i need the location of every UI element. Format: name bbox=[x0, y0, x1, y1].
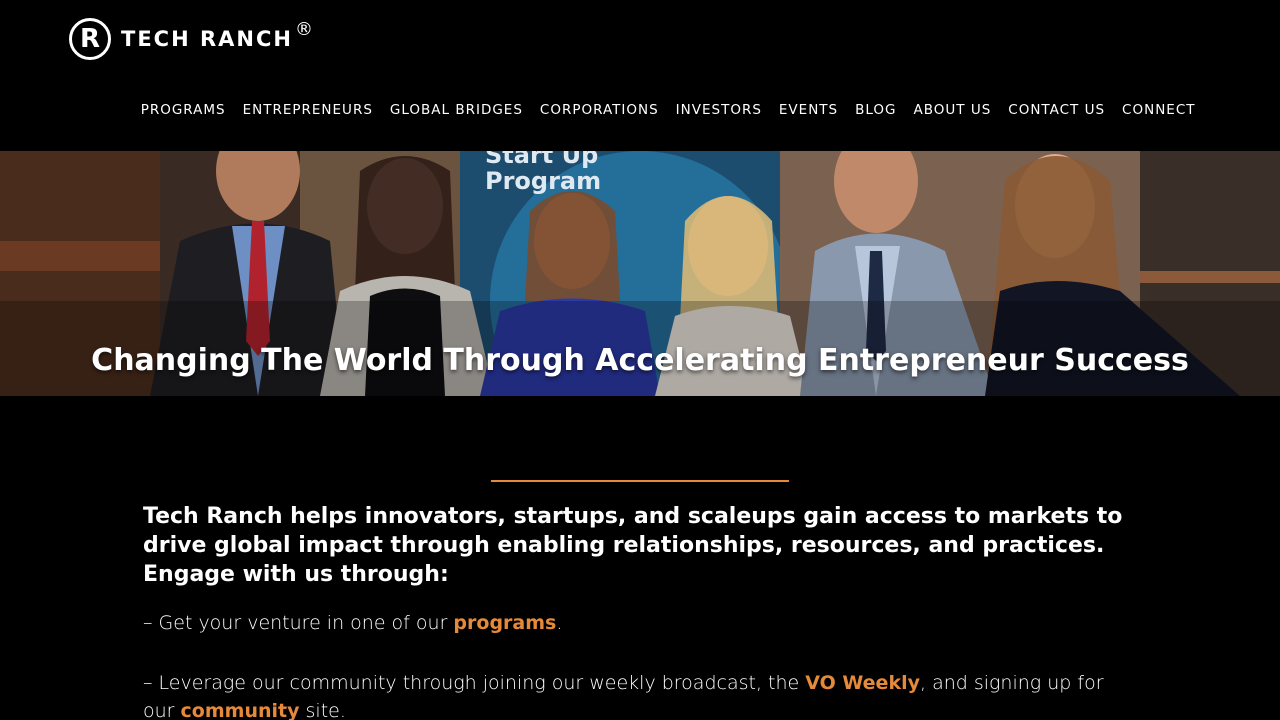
nav-item-contact-us[interactable]: CONTACT US bbox=[1000, 102, 1114, 118]
nav-item-corporations[interactable]: CORPORATIONS bbox=[531, 102, 667, 118]
vo-weekly-link[interactable]: VO Weekly bbox=[805, 672, 920, 694]
line2-suffix: site. bbox=[299, 700, 346, 720]
tech-ranch-logo[interactable]: R TECH RANCH ® bbox=[69, 17, 313, 61]
nav-item-programs[interactable]: PROGRAMS bbox=[132, 102, 234, 118]
section-divider bbox=[491, 480, 789, 482]
nav-item-investors[interactable]: INVESTORS bbox=[667, 102, 770, 118]
line1-prefix: – Get your venture in one of our bbox=[143, 612, 454, 634]
logo-circle-r-icon: R bbox=[69, 18, 111, 60]
nav-item-events[interactable]: EVENTS bbox=[770, 102, 846, 118]
nav-item-global-bridges[interactable]: GLOBAL BRIDGES bbox=[381, 102, 531, 118]
community-link[interactable]: community bbox=[181, 700, 300, 720]
engagement-line-programs: – Get your venture in one of our program… bbox=[143, 609, 1133, 637]
banner-program-text: Program bbox=[485, 167, 601, 195]
hero-banner: Start Up Program Changing The World Thro… bbox=[0, 151, 1280, 396]
nav-item-about-us[interactable]: ABOUT US bbox=[905, 102, 1000, 118]
site-header: R TECH RANCH ® PROGRAMS ENTREPRENEURS GL… bbox=[0, 0, 1280, 151]
logo-wordmark: TECH RANCH bbox=[121, 27, 293, 51]
intro-lead: Tech Ranch helps innovators, startups, a… bbox=[143, 504, 1123, 587]
nav-item-entrepreneurs[interactable]: ENTREPRENEURS bbox=[234, 102, 381, 118]
line2-prefix: – Leverage our community through joining… bbox=[143, 672, 806, 694]
engagement-line-community: – Leverage our community through joining… bbox=[143, 669, 1133, 720]
line1-suffix: . bbox=[556, 612, 563, 634]
hero-title: Changing The World Through Accelerating … bbox=[91, 343, 1189, 378]
programs-link[interactable]: programs bbox=[453, 612, 556, 634]
nav-item-blog[interactable]: BLOG bbox=[847, 102, 905, 118]
nav-item-connect[interactable]: CONNECT bbox=[1114, 102, 1204, 118]
registered-mark: ® bbox=[294, 18, 313, 40]
main-navigation: PROGRAMS ENTREPRENEURS GLOBAL BRIDGES CO… bbox=[132, 102, 1204, 118]
